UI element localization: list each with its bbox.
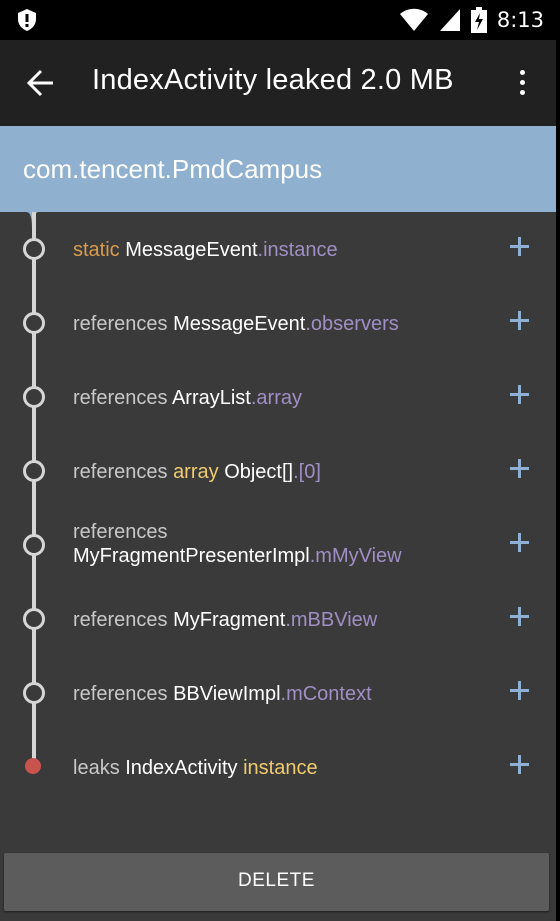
plus-icon[interactable]	[508, 383, 532, 407]
screen-edge	[556, 0, 560, 921]
clock: 8:13	[496, 8, 544, 32]
battery-charging-icon	[470, 7, 487, 33]
wifi-icon	[399, 8, 428, 31]
trace-row-leak[interactable]: leaks IndexActivity instance	[0, 730, 556, 804]
trace-node	[23, 312, 45, 334]
trace-row-text: static MessageEvent.instance	[73, 239, 338, 261]
trace-row[interactable]: references ArrayList.array	[0, 360, 556, 434]
status-bar: 8:13	[0, 0, 556, 40]
page-title: IndexActivity leaked 2.0 MB	[92, 64, 454, 96]
trace-row-text: references ArrayList.array	[73, 387, 302, 409]
trace-row-text: leaks IndexActivity instance	[73, 757, 318, 779]
plus-icon[interactable]	[508, 309, 532, 333]
package-header: com.tencent.PmdCampus	[0, 126, 556, 212]
leak-node	[25, 758, 41, 774]
plus-icon[interactable]	[508, 605, 532, 629]
trace-node	[23, 238, 45, 260]
trace-node	[23, 608, 45, 630]
delete-button-label: DELETE	[238, 870, 315, 891]
plus-icon[interactable]	[508, 753, 532, 777]
trace-row[interactable]: references array Object[].[0]	[0, 434, 556, 508]
screen: 8:13 IndexActivity leaked 2.0 MB com.ten…	[0, 0, 556, 921]
app-bar: IndexActivity leaked 2.0 MB	[0, 40, 556, 126]
plus-icon[interactable]	[508, 457, 532, 481]
trace-row[interactable]: static MessageEvent.instance	[0, 212, 556, 286]
trace-row[interactable]: references MyFragment.mBBView	[0, 582, 556, 656]
trace-row-text: references array Object[].[0]	[73, 461, 321, 483]
trace-row-text: references BBViewImpl.mContext	[73, 683, 372, 705]
trace-row-text: references MyFragment.mBBView	[73, 609, 378, 631]
trace-node	[23, 534, 45, 556]
trace-row[interactable]: references MessageEvent.observers	[0, 286, 556, 360]
delete-button[interactable]: DELETE	[4, 853, 549, 911]
trace-row-text: references MyFragmentPresenterImpl.mMyVie…	[73, 521, 402, 567]
plus-icon[interactable]	[508, 531, 532, 555]
trace-row[interactable]: references MyFragmentPresenterImpl.mMyVie…	[0, 508, 556, 582]
trace-node	[23, 386, 45, 408]
status-icons: 8:13	[399, 6, 544, 34]
package-name: com.tencent.PmdCampus	[23, 154, 323, 184]
signal-icon	[439, 9, 460, 31]
leak-trace-list: static MessageEvent.instance references …	[0, 212, 556, 842]
plus-icon[interactable]	[508, 235, 532, 259]
plus-icon[interactable]	[508, 679, 532, 703]
trace-node	[23, 460, 45, 482]
more-vert-icon[interactable]	[514, 66, 530, 100]
trace-row[interactable]: references BBViewImpl.mContext	[0, 656, 556, 730]
arrow-back-icon[interactable]	[26, 68, 56, 98]
shield-icon	[18, 9, 36, 31]
trace-row-text: references MessageEvent.observers	[73, 313, 399, 335]
trace-node	[23, 682, 45, 704]
